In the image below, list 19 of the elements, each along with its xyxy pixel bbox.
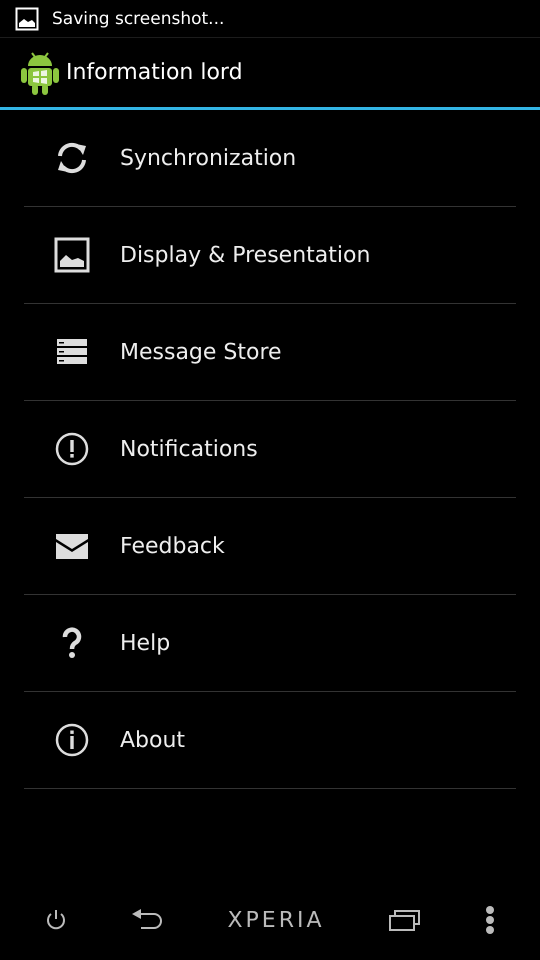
menu-item[interactable]: Feedback xyxy=(24,498,516,595)
image-icon xyxy=(15,6,39,30)
menu-item[interactable]: Help xyxy=(24,595,516,692)
menu-item[interactable]: About xyxy=(24,692,516,789)
notification-text: Saving screenshot... xyxy=(52,8,224,28)
menu-item[interactable]: Notifications xyxy=(24,401,516,498)
app-title: Information lord xyxy=(66,60,243,85)
menu-item[interactable]: Message Store xyxy=(24,304,516,401)
power-icon[interactable] xyxy=(45,909,67,931)
back-icon[interactable] xyxy=(131,908,164,932)
alert-icon xyxy=(54,431,90,467)
info-icon xyxy=(54,722,90,758)
image-icon xyxy=(54,237,90,273)
robot-icon xyxy=(20,50,60,96)
overflow-menu-icon[interactable] xyxy=(485,905,495,935)
menu-item[interactable]: Synchronization xyxy=(24,110,516,207)
menu-item[interactable]: Display & Presentation xyxy=(24,207,516,304)
recent-apps-icon[interactable] xyxy=(388,909,421,931)
brand-logo: XPERIA xyxy=(227,908,325,932)
